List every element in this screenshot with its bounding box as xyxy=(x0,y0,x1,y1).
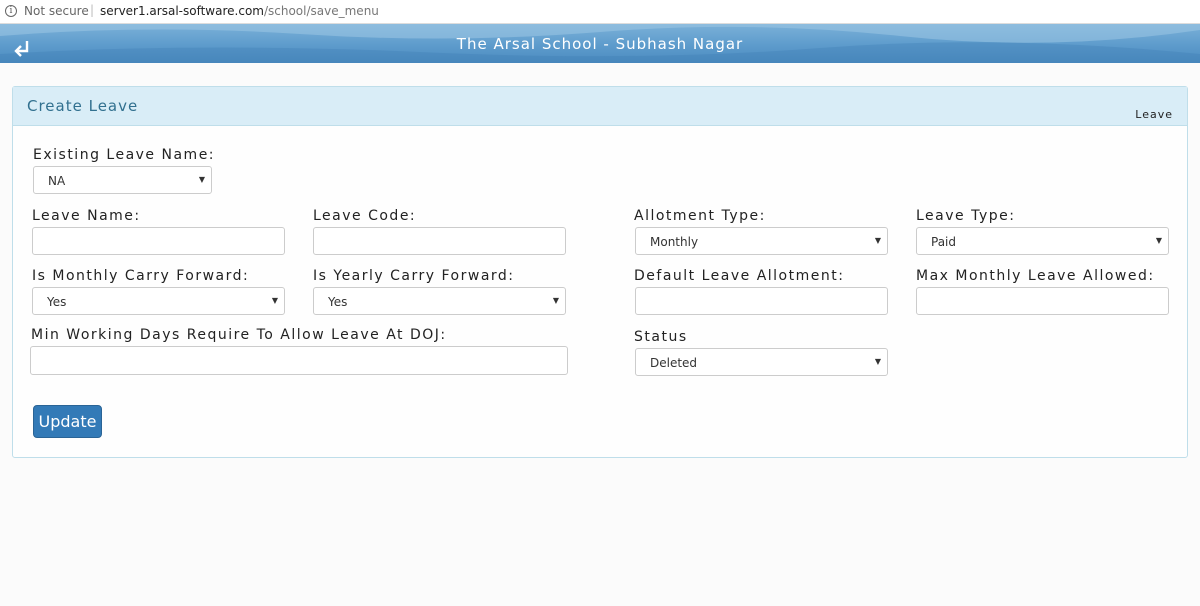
update-button[interactable]: Update xyxy=(33,405,102,438)
url-text[interactable]: server1.arsal-software.com/school/save_m… xyxy=(100,4,379,18)
create-leave-panel: Create Leave Leave Existing Leave Name: … xyxy=(12,86,1188,458)
leave-name-label: Leave Name: xyxy=(32,208,141,224)
leave-code-label: Leave Code: xyxy=(313,208,417,224)
chevron-down-icon: ▼ xyxy=(874,236,881,245)
allotment-type-label: Allotment Type: xyxy=(634,208,766,224)
leave-name-input[interactable] xyxy=(32,227,285,255)
leave-type-label: Leave Type: xyxy=(916,208,1016,224)
app-header: The Arsal School - Subhash Nagar xyxy=(0,24,1200,63)
min-working-days-label: Min Working Days Require To Allow Leave … xyxy=(31,327,447,343)
school-title: The Arsal School - Subhash Nagar xyxy=(456,35,744,53)
monthly-carry-forward-label: Is Monthly Carry Forward: xyxy=(32,268,250,284)
chevron-down-icon: ▼ xyxy=(1155,236,1162,245)
max-monthly-leave-input[interactable] xyxy=(916,287,1169,315)
yearly-carry-forward-label: Is Yearly Carry Forward: xyxy=(313,268,515,284)
max-monthly-leave-label: Max Monthly Leave Allowed: xyxy=(916,268,1155,284)
allotment-type-value: Monthly xyxy=(650,235,699,249)
chevron-down-icon: ▼ xyxy=(552,296,559,305)
allotment-type-select[interactable]: Monthly ▼ xyxy=(635,227,888,255)
leave-code-input[interactable] xyxy=(313,227,566,255)
yearly-carry-forward-value: Yes xyxy=(328,295,348,309)
yearly-carry-forward-select[interactable]: Yes ▼ xyxy=(313,287,566,315)
monthly-carry-forward-select[interactable]: Yes ▼ xyxy=(32,287,285,315)
url-host: server1.arsal-software.com xyxy=(100,4,264,18)
status-select[interactable]: Deleted ▼ xyxy=(635,348,888,376)
min-working-days-input[interactable] xyxy=(30,346,568,375)
existing-leave-name-label: Existing Leave Name: xyxy=(33,147,216,163)
panel-heading: Create Leave Leave xyxy=(13,87,1187,126)
existing-leave-name-value: NA xyxy=(48,174,66,188)
default-leave-allotment-label: Default Leave Allotment: xyxy=(634,268,845,284)
breadcrumb: Leave xyxy=(1135,108,1173,121)
panel-title: Create Leave xyxy=(27,97,139,115)
chevron-down-icon: ▼ xyxy=(198,175,205,184)
info-icon[interactable]: i xyxy=(5,5,17,17)
address-separator: | xyxy=(90,3,95,17)
chevron-down-icon: ▼ xyxy=(271,296,278,305)
security-status[interactable]: Not secure xyxy=(24,4,89,18)
leave-type-select[interactable]: Paid ▼ xyxy=(916,227,1169,255)
url-path: /school/save_menu xyxy=(263,4,379,18)
monthly-carry-forward-value: Yes xyxy=(47,295,67,309)
status-label: Status xyxy=(634,329,688,345)
browser-address-bar[interactable]: i Not secure | server1.arsal-software.co… xyxy=(0,0,1200,24)
leave-type-value: Paid xyxy=(931,235,957,249)
default-leave-allotment-input[interactable] xyxy=(635,287,888,315)
chevron-down-icon: ▼ xyxy=(874,357,881,366)
status-value: Deleted xyxy=(650,356,698,370)
existing-leave-name-select[interactable]: NA ▼ xyxy=(33,166,212,194)
